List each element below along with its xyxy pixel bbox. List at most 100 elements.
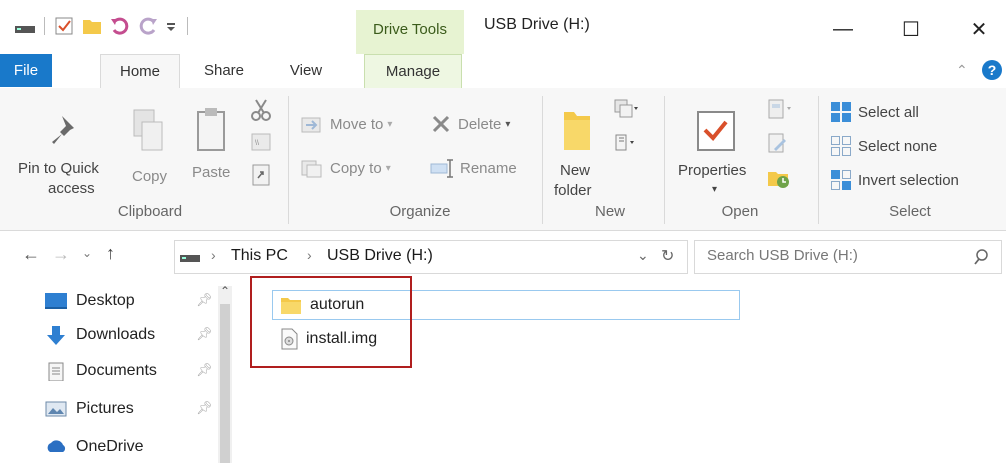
copy-path-icon[interactable]: \\ (250, 132, 272, 152)
pin-icon (52, 116, 74, 144)
edit-icon[interactable] (766, 132, 790, 156)
address-box[interactable]: › This PC › USB Drive (H:) ⌄ ↻ (174, 240, 688, 274)
move-to-button[interactable]: Move to ▾ (300, 110, 392, 138)
copy-to-label: Copy to (330, 159, 382, 177)
pin-label-line2: access (48, 180, 95, 197)
properties-qat-icon[interactable] (53, 15, 75, 37)
drive-icon (15, 26, 35, 33)
paste-label: Paste (192, 164, 231, 181)
nav-item-label: OneDrive (76, 438, 144, 455)
window-title: USB Drive (H:) (484, 16, 590, 33)
copy-button[interactable]: Copy (124, 96, 176, 196)
properties-button[interactable]: Properties ▾ (674, 96, 760, 200)
rename-icon (430, 159, 453, 178)
select-group-label: Select (889, 203, 931, 220)
quick-access-toolbar (14, 14, 196, 38)
copy-to-dropdown-icon: ▾ (385, 162, 391, 174)
tab-share[interactable]: Share (194, 54, 254, 87)
search-box[interactable]: Search USB Drive (H:) (694, 240, 1002, 274)
redo-icon[interactable] (137, 15, 159, 37)
breadcrumb-this-pc[interactable]: This PC (231, 247, 288, 265)
invert-selection-button[interactable]: Invert selection (830, 168, 959, 192)
nav-item-downloads[interactable]: Downloads (44, 320, 155, 350)
pin-to-quick-access-button[interactable]: Pin to Quick access (4, 96, 112, 197)
search-input[interactable]: Search USB Drive (H:) (707, 247, 858, 264)
delete-icon (432, 115, 450, 133)
highlight-annotation-box (250, 276, 412, 368)
easy-access-icon[interactable] (612, 132, 640, 154)
rename-button[interactable]: Rename (430, 154, 517, 182)
cloud-icon (47, 440, 66, 452)
pin-icon[interactable]: 📌︎ (196, 400, 213, 416)
title-bar: Drive Tools USB Drive (H:) — ☐ ✕ (0, 0, 1006, 56)
breadcrumb-separator-icon: › (211, 247, 216, 263)
breadcrumb-usb-drive[interactable]: USB Drive (H:) (327, 247, 433, 265)
download-icon (47, 326, 65, 345)
tab-manage[interactable]: Manage (364, 54, 462, 89)
nav-item-label: Desktop (76, 292, 135, 309)
open-icon[interactable] (766, 98, 796, 122)
delete-label: Delete (458, 115, 502, 133)
nav-scroll-thumb[interactable] (220, 304, 230, 463)
up-arrow-icon[interactable]: ↑ (106, 243, 115, 264)
open-group-label: Open (721, 203, 759, 220)
nav-item-desktop[interactable]: Desktop (44, 286, 135, 316)
new-folder-icon (564, 112, 590, 150)
select-all-button[interactable]: Select all (830, 100, 919, 124)
customize-qat-icon[interactable] (163, 15, 179, 37)
refresh-icon[interactable]: ↻ (661, 246, 674, 266)
organize-group-label: Organize (389, 203, 451, 220)
copy-to-button[interactable]: Copy to ▾ (300, 154, 391, 182)
rename-label: Rename (460, 159, 517, 177)
nav-item-onedrive[interactable]: OneDrive (44, 432, 144, 462)
ribbon-separator (288, 96, 289, 224)
svg-text:\\: \\ (255, 140, 259, 147)
maximize-button[interactable]: ☐ (888, 14, 934, 44)
documents-icon (48, 362, 64, 381)
nav-item-pictures[interactable]: Pictures (44, 394, 134, 424)
undo-icon[interactable] (109, 15, 131, 37)
nav-item-documents[interactable]: Documents (44, 356, 157, 386)
copy-label: Copy (132, 168, 168, 185)
drive-icon (180, 255, 200, 262)
paste-shortcut-icon[interactable] (250, 162, 272, 186)
address-dropdown-icon[interactable]: ⌄ (637, 247, 649, 264)
invert-selection-icon (831, 170, 851, 190)
properties-label: Properties (678, 162, 747, 179)
select-none-icon (831, 136, 851, 156)
drive-tools-context-header: Drive Tools (356, 10, 464, 54)
minimize-button[interactable]: — (820, 14, 866, 44)
nav-item-label: Downloads (76, 326, 156, 343)
new-folder-button[interactable]: New folder (552, 96, 608, 200)
select-none-button[interactable]: Select none (830, 134, 937, 158)
paste-button[interactable]: Paste (186, 96, 238, 196)
scroll-up-icon[interactable]: ⌃ (220, 284, 230, 298)
history-icon[interactable] (766, 166, 792, 190)
new-folder-qat-icon[interactable] (81, 15, 103, 37)
ribbon-tab-bar: File Home Share View Manage ⌃ ? (0, 54, 1006, 89)
breadcrumb-separator-icon: › (307, 247, 312, 263)
search-icon[interactable] (973, 249, 989, 265)
collapse-ribbon-icon[interactable]: ⌃ (956, 62, 968, 79)
select-none-label: Select none (858, 137, 938, 155)
pin-icon[interactable]: 📌︎ (196, 292, 213, 308)
copy-icon (133, 109, 163, 151)
forward-arrow-icon[interactable]: → (52, 244, 70, 265)
recent-locations-icon[interactable]: ⌄ (82, 246, 92, 260)
close-button[interactable]: ✕ (956, 14, 1002, 44)
tab-view[interactable]: View (280, 54, 332, 87)
new-folder-label-line2: folder (554, 182, 592, 199)
properties-icon (697, 111, 735, 151)
back-arrow-icon[interactable]: ← (22, 244, 40, 265)
pin-icon[interactable]: 📌︎ (196, 362, 213, 378)
ribbon-separator (818, 96, 819, 224)
help-icon[interactable]: ? (982, 60, 1002, 80)
cut-icon[interactable] (250, 98, 272, 122)
tab-home[interactable]: Home (100, 54, 180, 89)
delete-button[interactable]: Delete ▾ (430, 110, 510, 138)
invert-selection-label: Invert selection (858, 171, 959, 189)
tab-file[interactable]: File (0, 54, 52, 87)
new-item-icon[interactable] (612, 98, 640, 120)
move-to-dropdown-icon: ▾ (387, 118, 393, 130)
pin-icon[interactable]: 📌︎ (196, 326, 213, 342)
